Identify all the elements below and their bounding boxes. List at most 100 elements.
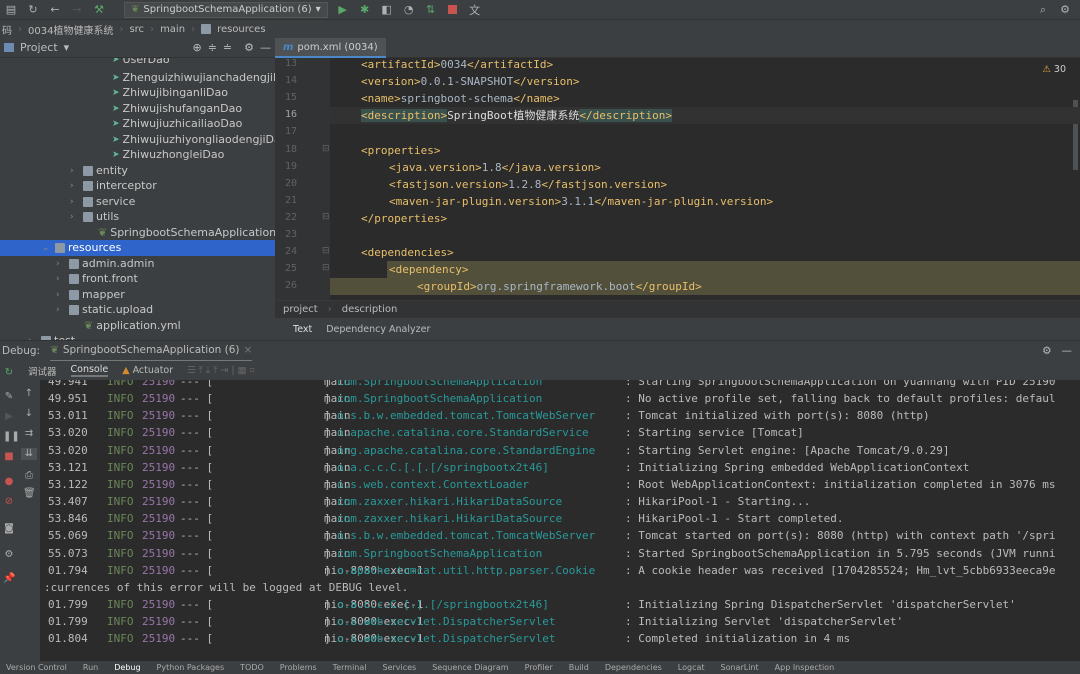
update-app-icon[interactable]: ⇅ [424,3,438,17]
breadcrumb-item[interactable]: 码 [2,22,12,37]
tree-item[interactable]: › entity [70,163,128,179]
trash-icon[interactable]: 🗑 [23,488,36,500]
tool-tab-sonarlint[interactable]: SonarLint [721,663,759,672]
tree-item[interactable]: › static.upload [56,302,153,318]
tree-item[interactable]: ➤ZhenguizhiwujianchadengjiDao [112,70,275,86]
modify-config-icon[interactable]: ✎ [3,391,15,403]
console-output[interactable]: 49.941 INFO 25190 --- [main] com.SpringbootS… [40,380,1080,661]
settings-icon[interactable]: ⚙ [1042,345,1051,357]
resume-icon[interactable]: ▶ [3,411,15,423]
project-view-select[interactable]: Project [20,41,58,54]
warnings-indicator[interactable]: ⚠ 30 [1042,64,1066,75]
hide-icon[interactable]: — [1062,345,1073,357]
tool-tab-logcat[interactable]: Logcat [678,663,705,672]
translate-icon[interactable]: 文 [468,3,482,17]
tool-tab-app-inspection[interactable]: App Inspection [775,663,835,672]
arrow-down-icon[interactable]: ↓ [23,408,35,420]
tree-item[interactable]: ➤ ZhiwujiuzhicailiaoDao [112,116,242,132]
tree-item[interactable]: ➤ ZhiwujibinganliDao [112,85,228,101]
run-icon[interactable]: ▶ [336,3,350,17]
tree-item[interactable]: ➤ ZhiwuzhongleiDao [112,147,224,163]
view-breakpoints-icon[interactable]: ● [3,476,15,488]
tool-tab-services[interactable]: Services [382,663,416,672]
profile-icon[interactable]: ◔ [402,3,416,17]
tool-tab-build[interactable]: Build [569,663,589,672]
pause-icon[interactable]: ❚❚ [3,431,20,443]
back-icon[interactable]: ← [48,3,62,17]
fold-marker-icon[interactable]: ⊟ [322,246,330,256]
mute-breakpoints-icon[interactable]: ⊘ [3,496,15,508]
forward-icon[interactable]: → [70,3,84,17]
chevron-right-icon[interactable]: › [56,271,66,287]
arrow-up-icon[interactable]: ↑ [23,388,35,400]
hide-icon[interactable]: — [260,41,271,54]
stop-icon[interactable]: ■ [3,451,15,463]
tool-tab-terminal[interactable]: Terminal [333,663,367,672]
tree-item[interactable]: ➤ ZhiwujishufanganDao [112,101,242,117]
tool-tab-dependencies[interactable]: Dependencies [605,663,662,672]
pin-icon[interactable]: 📌 [3,573,15,585]
tree-item[interactable]: › service [70,194,135,210]
chevron-right-icon[interactable]: › [56,302,66,318]
run-configuration-select[interactable]: ❦ SpringbootSchemaApplication (6) ▾ [124,1,328,18]
tab-actuator[interactable]: ▲ Actuator [122,365,173,376]
debug-icon[interactable]: ✱ [358,3,372,17]
chevron-right-icon[interactable]: › [70,163,80,179]
camera-icon[interactable]: ◙ [3,523,15,535]
tree-item[interactable]: › test [28,333,75,340]
tool-tab-profiler[interactable]: Profiler [525,663,553,672]
scroll-to-end-icon[interactable]: ⇊ [21,448,37,460]
breadcrumb-item[interactable]: 0034植物健康系统 [28,22,113,37]
tree-item[interactable]: › admin.admin [56,256,154,272]
tool-tab-sequence-diagram[interactable]: Sequence Diagram [432,663,508,672]
search-icon[interactable]: ⌕ [1036,3,1050,17]
expand-all-icon[interactable]: ≑ [208,41,217,54]
xml-crumb-item[interactable]: project [283,304,318,315]
stop-icon[interactable] [446,3,460,17]
collapse-all-icon[interactable]: ≐ [223,41,232,54]
settings-icon[interactable]: ⚙ [1058,3,1072,17]
tab-pom-xml[interactable]: m pom.xml (0034) [275,38,386,58]
tool-tab-version-control[interactable]: Version Control [6,663,67,672]
breadcrumb-item[interactable]: main [160,24,185,35]
locate-icon[interactable]: ⊕ [192,41,201,54]
soft-wrap-icon[interactable]: ⇉ [23,428,35,440]
tab-console[interactable]: Console [70,364,109,377]
tool-tab-debug[interactable]: Debug [114,663,140,672]
sync-icon[interactable]: ↻ [26,3,40,17]
chevron-right-icon[interactable]: › [56,256,66,272]
tab-text[interactable]: Text [293,324,312,335]
tree-item[interactable]: ❦ SpringbootSchemaApplication [98,225,275,241]
tree-item[interactable]: › interceptor [70,178,157,194]
gear-icon[interactable]: ⚙ [244,41,254,54]
tree-item[interactable]: ⌄ resources [0,240,275,256]
tool-tab-problems[interactable]: Problems [280,663,317,672]
tree-item[interactable]: › front.front [56,271,138,287]
tab-debugger[interactable]: 调试器 [28,364,57,378]
chevron-right-icon[interactable]: › [56,287,66,303]
coverage-icon[interactable]: ◧ [380,3,394,17]
chevron-down-icon[interactable]: ⌄ [42,240,52,256]
fold-marker-icon[interactable]: ⊟ [322,212,330,222]
tab-dependency-analyzer[interactable]: Dependency Analyzer [326,324,430,335]
save-icon[interactable]: ▤ [4,3,18,17]
rerun-icon[interactable]: ↻ [3,367,15,379]
debug-session-tab[interactable]: ❦ SpringbootSchemaApplication (6) × [50,341,253,362]
settings-icon[interactable]: ⚙ [3,549,15,561]
build-hammer-icon[interactable]: ⚒ [92,3,106,17]
chevron-right-icon[interactable]: › [70,178,80,194]
tree-item[interactable]: › mapper [56,287,125,303]
fold-marker-icon[interactable]: ⊟ [322,263,330,273]
chevron-down-icon[interactable]: ▾ [64,41,70,54]
breadcrumb-item[interactable]: src [129,24,144,35]
tree-item[interactable]: ➤ UserDao [112,58,170,68]
chevron-right-icon[interactable]: › [70,209,80,225]
breadcrumb-item[interactable]: resources [217,24,265,35]
chevron-right-icon[interactable]: › [28,333,38,340]
tree-item[interactable]: ➤ ZhiwujiuzhiyongliaodengjiDao [112,132,275,148]
xml-crumb-item[interactable]: description [342,304,398,315]
tree-item[interactable]: ❦ application.yml [84,318,181,334]
print-icon[interactable]: ⎙ [23,470,35,482]
fold-marker-icon[interactable]: ⊟ [322,144,330,154]
tree-item[interactable]: › utils [70,209,119,225]
